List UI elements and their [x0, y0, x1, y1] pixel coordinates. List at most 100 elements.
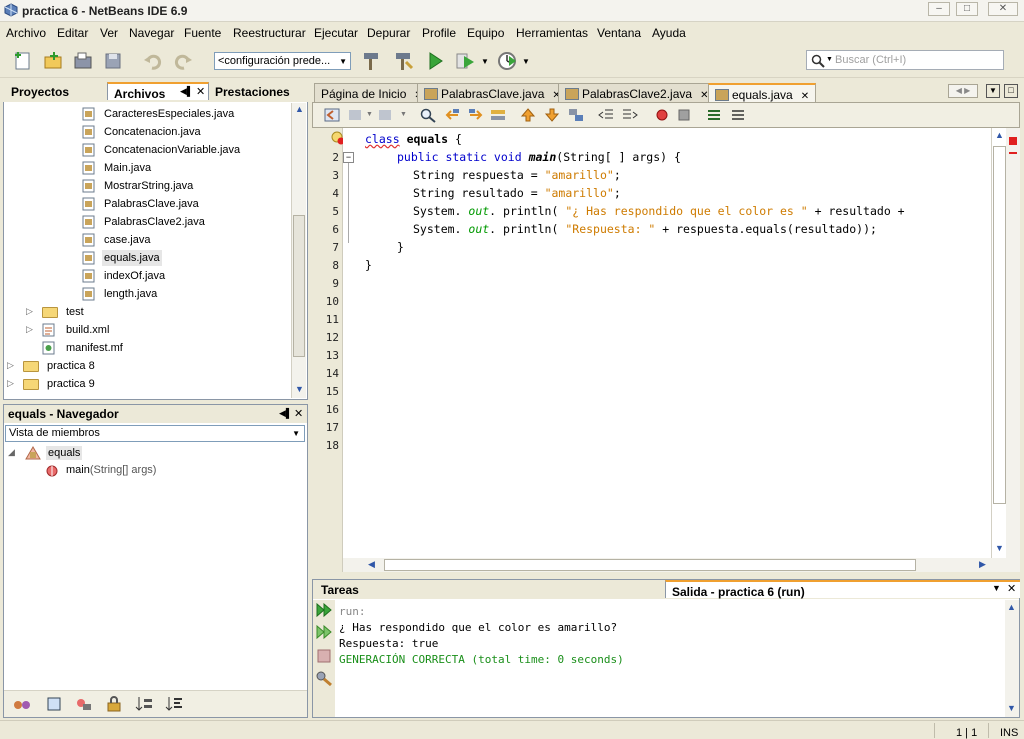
record-macro-icon[interactable]	[653, 107, 671, 123]
tab-palabrasclave[interactable]: PalabrasClave.java ✕	[417, 83, 568, 102]
tab-prestaciones[interactable]: Prestaciones	[209, 82, 296, 100]
rerun-options-icon[interactable]	[315, 624, 333, 640]
rerun-icon[interactable]	[315, 602, 333, 618]
maximize-window-icon[interactable]: □	[1004, 84, 1018, 98]
next-bookmark-icon[interactable]	[543, 107, 561, 123]
uncomment-icon[interactable]	[729, 107, 747, 123]
scrollbar-thumb[interactable]	[384, 559, 916, 571]
find-next-icon[interactable]	[467, 107, 485, 123]
menu-depurar[interactable]: Depurar	[367, 26, 410, 40]
history-forward-icon[interactable]	[377, 107, 395, 123]
output-console[interactable]: run: ¿ Has respondido que el color es am…	[336, 601, 996, 716]
sort-by-name-icon[interactable]	[164, 695, 184, 713]
expand-arrow-icon[interactable]: ▷	[7, 360, 14, 371]
chevron-down-icon[interactable]: ▼	[481, 57, 489, 66]
error-marker[interactable]	[1009, 137, 1017, 145]
editor-vertical-scrollbar[interactable]: ▲ ▼	[991, 128, 1006, 558]
previous-bookmark-icon[interactable]	[519, 107, 537, 123]
profile-icon[interactable]	[496, 50, 518, 72]
tab-palabrasclave2[interactable]: PalabrasClave2.java ✕	[558, 83, 716, 102]
undo-icon[interactable]	[142, 50, 164, 72]
run-icon[interactable]	[424, 50, 446, 72]
menu-equipo[interactable]: Equipo	[467, 26, 504, 40]
tab-pagina-inicio[interactable]: Página de Inicio✕	[314, 83, 430, 102]
open-project-icon[interactable]	[72, 50, 94, 72]
menu-reestructurar[interactable]: Reestructurar	[233, 26, 306, 40]
configuration-dropdown[interactable]: <configuración prede... ▼	[214, 52, 351, 70]
files-scrollbar[interactable]: ▲ ▼	[291, 103, 306, 398]
menu-fuente[interactable]: Fuente	[184, 26, 221, 40]
code-editor[interactable]: − class equals { public static void main…	[343, 128, 991, 558]
history-back-icon[interactable]	[347, 107, 365, 123]
scroll-down-icon[interactable]: ▼	[295, 384, 304, 394]
toggle-highlight-icon[interactable]	[489, 107, 507, 123]
menu-ver[interactable]: Ver	[100, 26, 118, 40]
scroll-right-icon[interactable]: ▶	[979, 559, 986, 570]
save-all-icon[interactable]	[102, 50, 124, 72]
tab-archivos[interactable]: Archivos	[107, 82, 209, 101]
filter-static-icon[interactable]	[44, 695, 64, 713]
scrollbar-thumb[interactable]	[993, 146, 1006, 504]
scroll-tabs-arrows-icon[interactable]: ◀ ▶	[948, 84, 978, 98]
menu-archivo[interactable]: Archivo	[6, 26, 46, 40]
new-project-icon[interactable]	[42, 50, 64, 72]
chevron-down-icon[interactable]: ▼	[400, 111, 407, 118]
tab-list-dropdown-icon[interactable]: ▼	[986, 84, 1000, 98]
close-window-button[interactable]: ✕	[988, 2, 1018, 16]
filter-fields-icon[interactable]	[12, 695, 32, 713]
fold-toggle-icon[interactable]: −	[343, 152, 354, 163]
scrollbar-thumb[interactable]	[293, 215, 305, 357]
editor-horizontal-scrollbar[interactable]: ◀ ▶	[343, 558, 1006, 572]
tab-proyectos[interactable]: Proyectos	[5, 82, 75, 100]
collapse-arrow-icon[interactable]: ◢	[8, 447, 15, 458]
scroll-down-icon[interactable]: ▼	[1007, 703, 1016, 713]
scroll-up-icon[interactable]: ▲	[1007, 602, 1016, 612]
tab-tareas[interactable]: Tareas	[315, 580, 365, 598]
find-previous-icon[interactable]	[443, 107, 461, 123]
close-icon[interactable]: ✕	[1007, 582, 1016, 595]
close-icon[interactable]: ✕	[294, 407, 303, 420]
filter-nonpublic-icon[interactable]	[74, 695, 94, 713]
expand-arrow-icon[interactable]: ▷	[26, 324, 33, 335]
close-icon[interactable]: ✕	[196, 85, 205, 98]
stop-icon[interactable]	[315, 648, 333, 664]
navigator-view-dropdown[interactable]: Vista de miembros ▼	[5, 425, 305, 442]
toggle-bookmark-icon[interactable]	[567, 107, 585, 123]
menu-editar[interactable]: Editar	[57, 26, 88, 40]
menu-ayuda[interactable]: Ayuda	[652, 26, 686, 40]
back-source-icon[interactable]	[323, 107, 341, 123]
shift-right-icon[interactable]	[621, 107, 639, 123]
chevron-down-icon[interactable]: ▼	[522, 57, 530, 66]
minimize-window-icon[interactable]: ▼	[992, 583, 1001, 593]
clean-build-icon[interactable]	[392, 50, 414, 72]
minimize-window-icon[interactable]: ◀▌	[180, 86, 193, 97]
close-icon[interactable]: ✕	[801, 91, 809, 102]
menu-navegar[interactable]: Navegar	[129, 26, 174, 40]
error-line-marker[interactable]	[1009, 152, 1017, 154]
menu-ventana[interactable]: Ventana	[597, 26, 641, 40]
stop-macro-icon[interactable]	[675, 107, 693, 123]
scroll-left-icon[interactable]: ◀	[368, 559, 375, 570]
chevron-down-icon[interactable]: ▼	[366, 111, 373, 118]
minimize-window-icon[interactable]: ◀▌	[279, 408, 292, 419]
scroll-up-icon[interactable]: ▲	[995, 130, 1004, 140]
search-input[interactable]: ▼ Buscar (Ctrl+I)	[806, 50, 1004, 70]
scroll-down-icon[interactable]: ▼	[995, 543, 1004, 553]
lock-icon[interactable]	[104, 695, 124, 713]
find-selection-icon[interactable]	[419, 107, 437, 123]
minimize-button[interactable]: –	[928, 2, 950, 16]
expand-arrow-icon[interactable]: ▷	[7, 378, 14, 389]
comment-icon[interactable]	[705, 107, 723, 123]
debug-icon[interactable]	[454, 50, 476, 72]
build-hammer-icon[interactable]	[360, 50, 382, 72]
tab-equals[interactable]: equals.java ✕	[708, 83, 817, 102]
shift-left-icon[interactable]	[597, 107, 615, 123]
new-file-icon[interactable]	[12, 50, 34, 72]
menu-profile[interactable]: Profile	[422, 26, 456, 40]
menu-herramientas[interactable]: Herramientas	[516, 26, 588, 40]
expand-arrow-icon[interactable]: ▷	[26, 306, 33, 317]
menu-ejecutar[interactable]: Ejecutar	[314, 26, 358, 40]
tab-salida[interactable]: Salida - practica 6 (run)	[665, 580, 1020, 599]
output-scrollbar[interactable]: ▲ ▼	[1005, 600, 1019, 717]
output-settings-icon[interactable]	[315, 670, 333, 686]
